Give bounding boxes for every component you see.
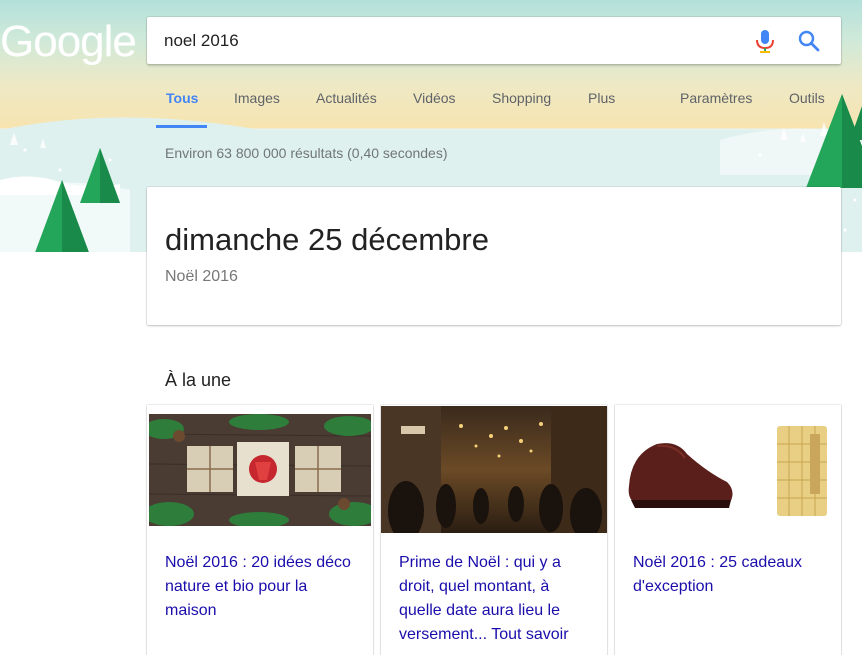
- top-stories-title: À la une: [165, 370, 232, 390]
- date-answer-card: dimanche 25 décembre Noël 2016: [147, 187, 841, 325]
- news-thumbnail[interactable]: [381, 406, 607, 533]
- tab-news[interactable]: Actualités: [316, 90, 377, 106]
- date-answer: dimanche 25 décembre: [165, 222, 489, 257]
- search-icon[interactable]: [797, 29, 821, 53]
- tab-images[interactable]: Images: [234, 90, 280, 106]
- news-thumbnail[interactable]: [149, 414, 371, 526]
- search-box[interactable]: [147, 17, 841, 64]
- news-thumbnail[interactable]: [617, 414, 839, 526]
- news-card-title[interactable]: Prime de Noël : qui y a droit, quel mont…: [399, 551, 595, 647]
- news-card[interactable]: Noël 2016 : 25 cadeaux d'exception: [615, 405, 841, 655]
- news-card-title[interactable]: Noël 2016 : 20 idées déco nature et bio …: [165, 551, 361, 623]
- news-card[interactable]: Prime de Noël : qui y a droit, quel mont…: [381, 405, 607, 655]
- tab-more[interactable]: Plus: [588, 90, 615, 106]
- news-card-title[interactable]: Noël 2016 : 25 cadeaux d'exception: [633, 551, 829, 599]
- tab-videos[interactable]: Vidéos: [413, 90, 456, 106]
- search-tabs: Tous Images Actualités Vidéos Shopping P…: [0, 78, 862, 128]
- date-answer-subtitle: Noël 2016: [165, 268, 238, 285]
- mic-icon[interactable]: [754, 29, 776, 53]
- active-tab-indicator: [156, 125, 207, 128]
- tab-tools[interactable]: Outils: [789, 90, 825, 106]
- tab-shopping[interactable]: Shopping: [492, 90, 551, 106]
- tab-settings[interactable]: Paramètres: [680, 90, 752, 106]
- result-stats: Environ 63 800 000 résultats (0,40 secon…: [165, 145, 448, 161]
- news-card[interactable]: Noël 2016 : 20 idées déco nature et bio …: [147, 405, 373, 655]
- google-logo[interactable]: Google: [0, 20, 137, 64]
- tab-all[interactable]: Tous: [166, 90, 198, 106]
- search-input[interactable]: [164, 27, 724, 55]
